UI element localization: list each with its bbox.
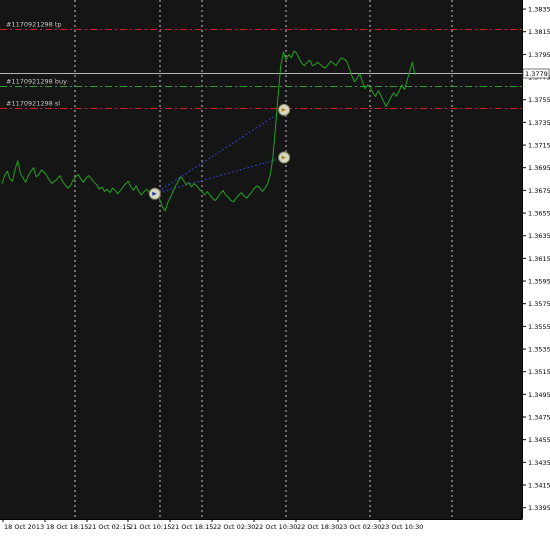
price-tick-label: 1.3735 bbox=[528, 119, 550, 127]
price-tick-label: 1.3515 bbox=[528, 368, 550, 376]
time-tick-label: 22 Oct 10:30 bbox=[255, 523, 297, 531]
sell-arrow-icon bbox=[148, 187, 161, 200]
price-tick-label: 1.3835 bbox=[528, 6, 550, 14]
price-tick-label: 1.3435 bbox=[528, 459, 550, 467]
time-tick-label: 18 Oct 2013 bbox=[4, 523, 44, 531]
price-tick-label: 1.3455 bbox=[528, 436, 550, 444]
price-tick-label: 1.3615 bbox=[528, 255, 550, 263]
price-tick-label: 1.3815 bbox=[528, 28, 550, 36]
close-arrow-icon bbox=[278, 151, 291, 164]
buy-level-label: #1170921298 buy bbox=[6, 78, 67, 86]
price-tick-label: 1.3495 bbox=[528, 391, 550, 399]
price-tick-label: 1.3715 bbox=[528, 142, 550, 150]
price-tick-label: 1.3755 bbox=[528, 96, 550, 104]
price-tick-label: 1.3655 bbox=[528, 210, 550, 218]
time-tick-label: 22 Oct 02:30 bbox=[213, 523, 255, 531]
time-tick-label: 21 Oct 18:15 bbox=[171, 523, 213, 531]
price-tick-label: 1.3635 bbox=[528, 232, 550, 240]
time-tick-label: 22 Oct 18:30 bbox=[297, 523, 339, 531]
chart-svg[interactable]: #1170921298 tp #1170921298 buy #1170921298… bbox=[0, 0, 550, 533]
time-tick-label: 21 Oct 02:15 bbox=[88, 523, 130, 531]
price-tick-label: 1.3575 bbox=[528, 300, 550, 308]
price-tick-label: 1.3555 bbox=[528, 323, 550, 331]
price-tick-label: 1.3675 bbox=[528, 187, 550, 195]
price-tick-label: 1.3595 bbox=[528, 278, 550, 286]
sl-level-label: #1170921298 sl bbox=[6, 100, 60, 108]
tp-level-label: #1170921298 tp bbox=[6, 21, 62, 29]
current-price-label: 1.3779 bbox=[525, 70, 548, 78]
price-tick-label: 1.3795 bbox=[528, 51, 550, 59]
price-chart[interactable]: #1170921298 tp #1170921298 buy #1170921298… bbox=[0, 0, 550, 533]
price-tick-label: 1.3415 bbox=[528, 482, 550, 490]
price-tick-label: 1.3695 bbox=[528, 164, 550, 172]
time-tick-label: 18 Oct 18:15 bbox=[46, 523, 88, 531]
time-tick-label: 23 Oct 10:30 bbox=[381, 523, 423, 531]
time-axis: 18 Oct 2013 18 Oct 18:15 21 Oct 02:1521 Oc… bbox=[0, 519, 550, 533]
price-tick-label: 1.3475 bbox=[528, 414, 550, 422]
time-tick-label: 21 Oct 10:15 bbox=[129, 523, 171, 531]
price-tick-label: 1.3535 bbox=[528, 346, 550, 354]
price-tick-label: 1.3395 bbox=[528, 504, 550, 512]
close-arrow-icon bbox=[278, 103, 291, 116]
price-axis: 1.38351.38151.37951.37751.37551.37351.37… bbox=[522, 0, 550, 533]
plot-background bbox=[0, 0, 522, 519]
time-tick-label: 23 Oct 02:30 bbox=[339, 523, 381, 531]
